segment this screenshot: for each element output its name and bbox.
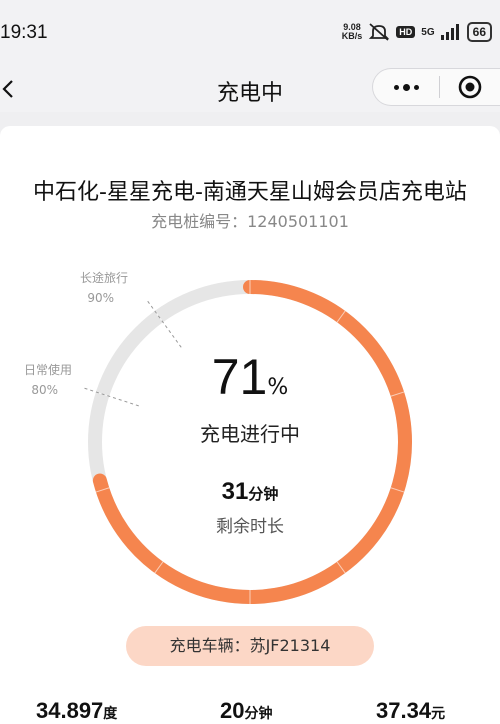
hd-badge: HD — [396, 26, 416, 38]
charge-percent: 71% — [0, 348, 500, 406]
vehicle-plate-badge: 充电车辆：苏JF21314 — [126, 626, 374, 666]
status-time: 19:31 — [0, 22, 48, 43]
mini-program-capsule — [372, 68, 500, 106]
threshold-value: 90% — [87, 291, 115, 305]
remaining-time-unit: 分钟 — [248, 485, 279, 503]
station-name: 中石化-星星充电-南通天星山姆会员店充电站 — [33, 180, 467, 205]
threshold-label-long-trip: 长途旅行 90% — [80, 268, 128, 308]
charge-percent-sign: % — [267, 375, 289, 400]
energy-stat: 34.897度 — [36, 698, 117, 724]
battery-icon: 66 — [466, 22, 492, 42]
more-dot-icon — [413, 84, 419, 90]
remaining-time: 31分钟 — [0, 478, 500, 506]
charging-stats: 34.897度 20分钟 37.34元 — [0, 698, 500, 724]
duration-unit: 分钟 — [244, 705, 273, 721]
cost-value: 37.34 — [376, 698, 432, 723]
remaining-time-label: 剩余时长 — [216, 517, 284, 537]
energy-unit: 度 — [103, 705, 118, 721]
status-bar: 19:31 9.08 KB/s HD 5G 66 — [0, 0, 500, 66]
signal-label: 5G — [421, 26, 435, 38]
signal-icon — [440, 24, 459, 40]
energy-value: 34.897 — [36, 698, 104, 723]
close-button[interactable] — [440, 69, 500, 105]
remaining-time-value: 31 — [221, 478, 249, 505]
threshold-name: 长途旅行 — [80, 271, 129, 285]
nav-bar: 充电中 — [0, 66, 500, 112]
cost-stat: 37.34元 — [376, 698, 445, 724]
more-dot-icon — [402, 83, 410, 91]
cost-unit: 元 — [431, 705, 446, 721]
pile-number: 充电桩编号：1240501101 — [151, 212, 349, 231]
charge-percent-value: 71 — [211, 349, 268, 405]
duration-value: 20 — [220, 698, 245, 723]
status-icons: 9.08 KB/s HD 5G 66 — [342, 22, 492, 42]
charging-status: 充电进行中 — [200, 422, 300, 446]
network-speed: 9.08 KB/s — [342, 23, 363, 41]
more-dot-icon — [393, 84, 399, 90]
more-button[interactable] — [373, 69, 439, 105]
mute-icon — [369, 23, 390, 41]
network-speed-unit: KB/s — [341, 31, 363, 41]
target-close-icon — [458, 75, 482, 99]
duration-stat: 20分钟 — [220, 698, 272, 724]
